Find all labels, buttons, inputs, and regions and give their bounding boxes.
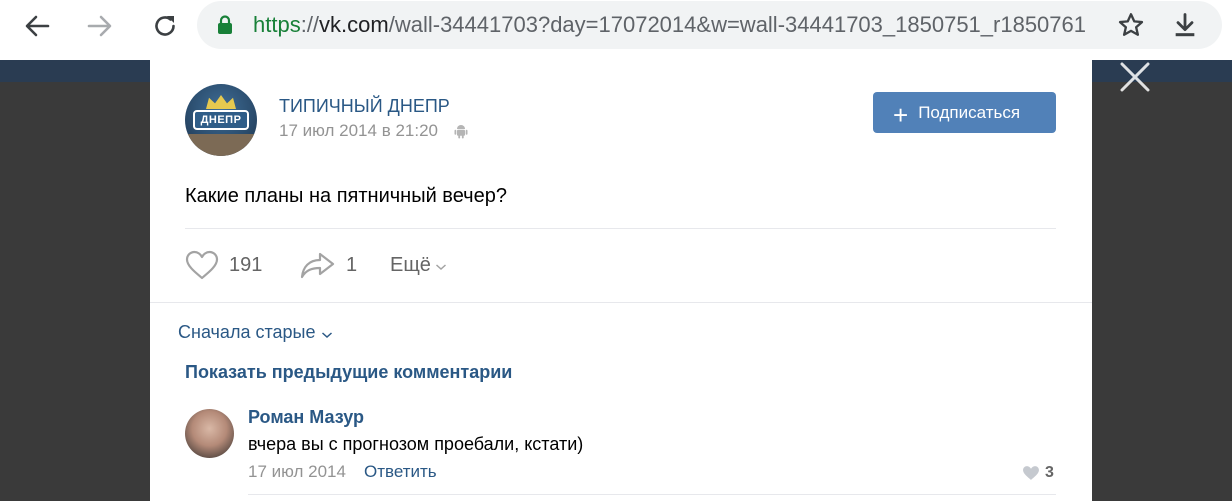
post-modal: ДНЕПР ТИПИЧНЫЙ ДНЕПР 17 июл 2014 в 21:20… <box>150 60 1092 501</box>
arrow-left-icon <box>25 15 50 37</box>
heart-icon <box>185 250 219 280</box>
post-text: Какие планы на пятничный вечер? <box>185 185 507 207</box>
heart-icon <box>1023 466 1039 480</box>
forward-button[interactable] <box>76 6 124 46</box>
comment-like-button[interactable]: 3 <box>1022 464 1054 482</box>
more-label: Ещё <box>390 253 431 276</box>
crown-shape <box>206 95 236 109</box>
share-count: 1 <box>346 253 358 276</box>
commenter-avatar[interactable] <box>185 409 234 458</box>
back-button[interactable] <box>13 6 61 46</box>
divider <box>150 302 1092 303</box>
group-avatar[interactable]: ДНЕПР <box>185 84 257 156</box>
browser-toolbar: https://vk.com/wall-34441703?day=1707201… <box>0 0 1232 60</box>
reload-button[interactable] <box>141 6 189 46</box>
comment-author-link[interactable]: Роман Мазур <box>248 407 364 428</box>
comments-sort-dropdown[interactable]: Сначала старые <box>178 322 333 343</box>
avatar-ground <box>185 134 257 156</box>
lock-icon <box>218 15 232 34</box>
divider <box>248 494 1056 495</box>
reload-icon <box>155 16 175 36</box>
subscribe-button[interactable]: + Подписаться <box>873 92 1056 133</box>
show-previous-comments-link[interactable]: Показать предыдущие комментарии <box>185 362 512 383</box>
url-text: https://vk.com/wall-34441703?day=1707201… <box>253 12 1086 37</box>
arrow-right-icon <box>87 15 112 37</box>
chevron-down-icon <box>435 264 446 271</box>
divider <box>185 228 1056 229</box>
android-icon <box>454 125 468 139</box>
sort-label: Сначала старые <box>178 322 316 342</box>
avatar-badge: ДНЕПР <box>193 110 249 130</box>
like-button[interactable]: 191 <box>185 248 262 282</box>
comment-date[interactable]: 17 июл 2014 <box>248 462 346 482</box>
close-icon[interactable] <box>1118 60 1152 94</box>
group-name-link[interactable]: ТИПИЧНЫЙ ДНЕПР <box>279 96 450 117</box>
plus-icon: + <box>893 99 909 130</box>
like-count: 191 <box>229 253 263 276</box>
comment-text: вчера вы с прогнозом проебали, кстати) <box>248 434 584 454</box>
bookmark-star-icon[interactable] <box>1117 11 1145 39</box>
share-icon <box>300 252 335 279</box>
subscribe-label: Подписаться <box>918 102 1021 122</box>
reply-link[interactable]: Ответить <box>364 462 437 482</box>
more-button[interactable]: Ещё <box>390 248 447 282</box>
share-button[interactable]: 1 <box>300 248 357 282</box>
comment-like-count: 3 <box>1045 464 1054 481</box>
address-bar[interactable]: https://vk.com/wall-34441703?day=1707201… <box>197 1 1222 49</box>
download-icon[interactable] <box>1171 11 1199 39</box>
post-date[interactable]: 17 июл 2014 в 21:20 <box>279 121 438 141</box>
chevron-down-icon <box>322 331 333 338</box>
